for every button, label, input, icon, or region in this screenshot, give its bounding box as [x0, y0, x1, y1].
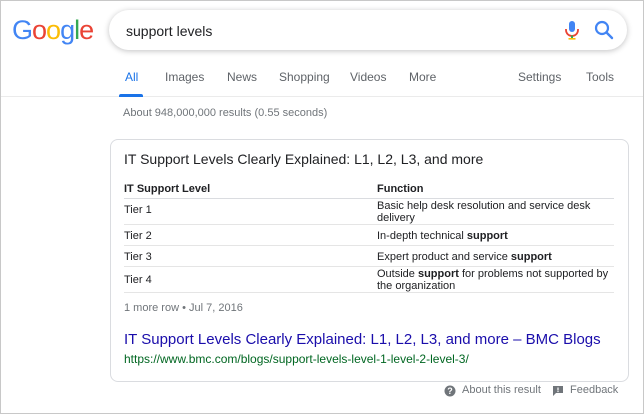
more-rows-meta: 1 more row • Jul 7, 2016	[124, 302, 243, 314]
feedback-link[interactable]: Feedback	[570, 384, 618, 396]
tier-cell: Tier 1	[124, 204, 152, 216]
result-title-link[interactable]: IT Support Levels Clearly Explained: L1,…	[124, 331, 601, 348]
tier-cell: Tier 2	[124, 230, 152, 242]
logo-letter: o	[46, 15, 61, 45]
keyword-highlight: support	[466, 230, 508, 242]
tier-cell: Tier 3	[124, 251, 152, 263]
logo-letter: G	[12, 15, 33, 45]
table-row: Tier 4 Outside support for problems not …	[124, 267, 614, 293]
about-this-result-link[interactable]: About this result	[462, 384, 541, 396]
result-stats: About 948,000,000 results (0.55 seconds)	[123, 107, 328, 119]
keyword-highlight: support	[510, 251, 552, 263]
function-cell: Expert product and service support	[377, 251, 614, 263]
snippet-table: IT Support Level Function Tier 1 Basic h…	[124, 182, 614, 293]
result-date: Jul 7, 2016	[189, 302, 243, 314]
google-logo[interactable]: Google	[12, 15, 94, 45]
table-row: Tier 3 Expert product and service suppor…	[124, 246, 614, 267]
tab-settings[interactable]: Settings	[518, 70, 561, 84]
tab-more[interactable]: More	[409, 70, 436, 84]
table-header-row: IT Support Level Function	[124, 182, 614, 199]
tab-videos[interactable]: Videos	[350, 70, 386, 84]
column-header: IT Support Level	[124, 183, 211, 195]
feedback-icon	[553, 386, 563, 396]
more-rows-link[interactable]: 1 more row	[124, 302, 179, 314]
logo-letter: o	[32, 15, 47, 45]
tab-all[interactable]: All	[125, 70, 138, 84]
snippet-title: IT Support Levels Clearly Explained: L1,…	[124, 151, 484, 167]
tab-news[interactable]: News	[227, 70, 257, 84]
search-box	[109, 10, 627, 50]
function-cell: Basic help desk resolution and service d…	[377, 200, 591, 224]
question-icon: ?	[444, 385, 456, 397]
search-tabs: All Images News Shopping Videos More Set…	[1, 61, 643, 97]
logo-letter: e	[79, 15, 94, 45]
tab-images[interactable]: Images	[165, 70, 204, 84]
function-text: Outside	[377, 268, 418, 280]
search-input[interactable]	[126, 21, 546, 41]
table-row: Tier 1 Basic help desk resolution and se…	[124, 199, 614, 225]
function-text: Expert product and service	[377, 251, 511, 263]
tab-tools[interactable]: Tools	[586, 70, 614, 84]
function-text: In-depth technical	[377, 230, 467, 242]
function-cell: Outside support for problems not support…	[377, 268, 614, 292]
logo-letter: g	[60, 15, 75, 45]
meta-separator: •	[182, 302, 186, 314]
search-icon[interactable]	[593, 19, 615, 41]
mic-icon[interactable]	[563, 20, 581, 40]
table-row: Tier 2 In-depth technical support	[124, 225, 614, 246]
svg-text:?: ?	[447, 386, 453, 396]
function-cell: In-depth technical support	[377, 230, 614, 242]
tab-shopping[interactable]: Shopping	[279, 70, 330, 84]
column-header: Function	[377, 183, 424, 195]
active-tab-indicator	[119, 94, 143, 97]
tier-cell: Tier 4	[124, 274, 152, 286]
result-url: https://www.bmc.com/blogs/support-levels…	[124, 352, 469, 366]
featured-snippet-card: IT Support Levels Clearly Explained: L1,…	[110, 139, 629, 382]
keyword-highlight: support	[417, 268, 459, 280]
